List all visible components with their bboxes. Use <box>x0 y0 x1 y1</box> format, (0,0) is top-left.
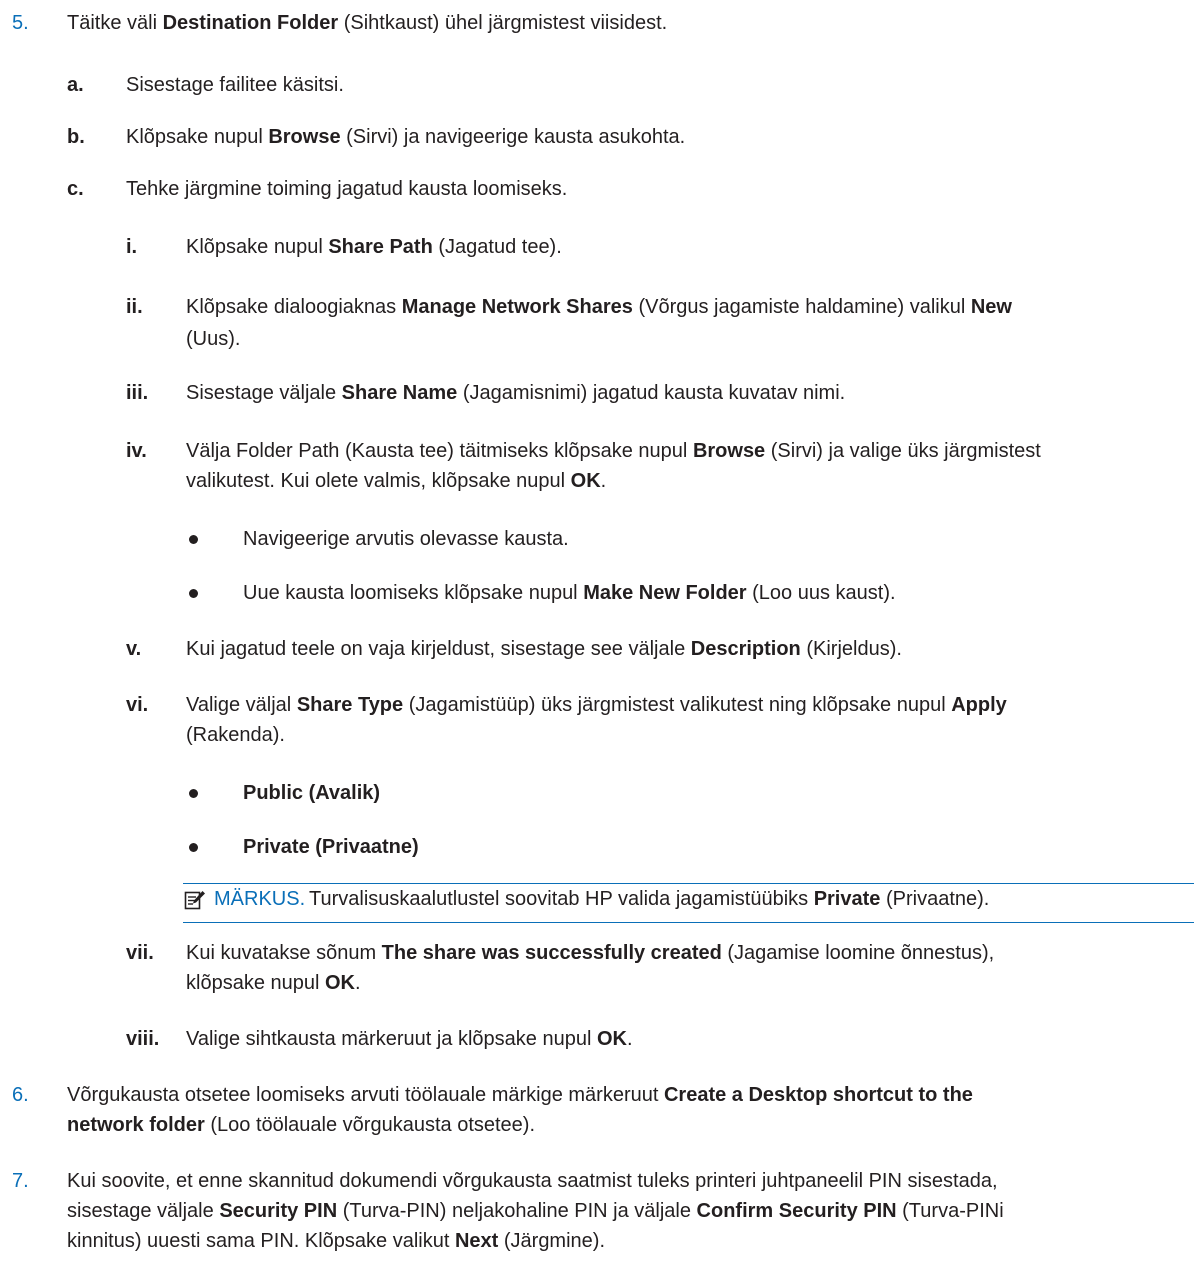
roman-number: vii. <box>126 942 154 964</box>
bullet-dot <box>189 589 198 598</box>
bullet-dot <box>189 789 198 798</box>
roman-number: iv. <box>126 440 147 462</box>
step-text-cont: sisestage väljale Security PIN (Turva-PI… <box>67 1200 1004 1222</box>
roman-number: ii. <box>126 296 143 318</box>
roman-number: vi. <box>126 694 149 716</box>
roman-text: Kui kuvatakse sõnum The share was succes… <box>186 942 995 964</box>
substep-text: Klõpsake nupul Browse (Sirvi) ja navigee… <box>126 126 686 148</box>
note-bottom-rule <box>183 922 1194 923</box>
note-top-rule <box>183 883 1194 884</box>
step-number: 5. <box>12 12 29 34</box>
note-label: MÄRKUS. <box>214 888 306 910</box>
roman-text-cont: klõpsake nupul OK. <box>186 972 361 994</box>
roman-number: v. <box>126 638 142 660</box>
roman-text: Valige väljal Share Type (Jagamistüüp) ü… <box>186 694 1007 716</box>
substep-number: a. <box>67 74 84 96</box>
roman-text-cont: (Uus). <box>186 328 241 350</box>
roman-text-cont: valikutest. Kui olete valmis, klõpsake n… <box>186 470 607 492</box>
roman-number: viii. <box>126 1028 160 1050</box>
step-text-cont: network folder (Loo töölauale võrgukaust… <box>67 1114 536 1136</box>
roman-number: iii. <box>126 382 149 404</box>
bullet-dot <box>189 535 198 544</box>
roman-number: i. <box>126 236 138 258</box>
substep-text: Tehke järgmine toiming jagatud kausta lo… <box>126 178 568 200</box>
roman-text: Valige sihtkausta märkeruut ja klõpsake … <box>186 1028 633 1050</box>
step-text: Täitke väli Destination Folder (Sihtkaus… <box>67 12 668 34</box>
substep-number: b. <box>67 126 85 148</box>
roman-text-cont: (Rakenda). <box>186 724 285 746</box>
bullet-text: Private (Privaatne) <box>243 836 419 858</box>
roman-text: Välja Folder Path (Kausta tee) täitmisek… <box>186 440 1041 462</box>
step-number: 7. <box>12 1170 29 1192</box>
substep-number: c. <box>67 178 84 200</box>
roman-text: Sisestage väljale Share Name (Jagamisnim… <box>186 382 846 404</box>
bullet-text: Public (Avalik) <box>243 782 381 804</box>
step-number: 6. <box>12 1084 29 1106</box>
step-text: Võrgukausta otsetee loomiseks arvuti töö… <box>67 1084 973 1106</box>
roman-text: Kui jagatud teele on vaja kirjeldust, si… <box>186 638 902 660</box>
note-pencil-icon <box>184 891 205 910</box>
bullet-dot <box>189 843 198 852</box>
substep-text: Sisestage failitee käsitsi. <box>126 74 344 96</box>
step-text: Kui soovite, et enne skannitud dokumendi… <box>67 1170 998 1192</box>
bullet-text: Uue kausta loomiseks klõpsake nupul Make… <box>243 582 896 604</box>
roman-text: Klõpsake dialoogiaknas Manage Network Sh… <box>186 296 1012 318</box>
roman-text: Klõpsake nupul Share Path (Jagatud tee). <box>186 236 562 258</box>
bullet-text: Navigeerige arvutis olevasse kausta. <box>243 528 569 550</box>
step-text-cont: kinnitus) uuesti sama PIN. Klõpsake vali… <box>67 1230 606 1252</box>
note-text: Turvalisuskaalutlustel soovitab HP valid… <box>309 888 990 910</box>
